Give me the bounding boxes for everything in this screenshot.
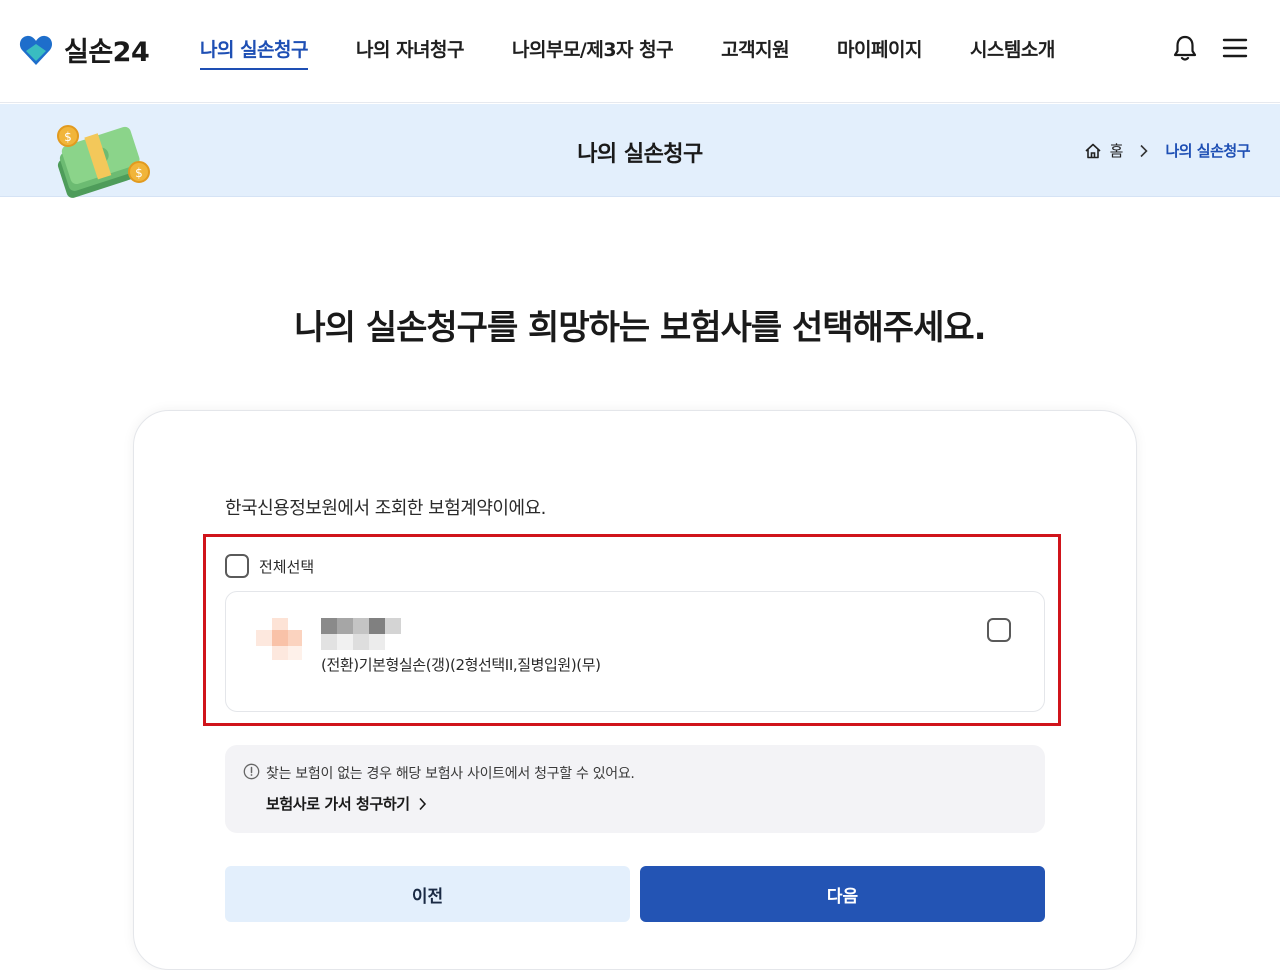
hamburger-menu-icon[interactable]: [1221, 34, 1249, 62]
logo-text: 실손24: [64, 37, 150, 68]
prev-button[interactable]: 이전: [225, 866, 630, 922]
select-all-checkbox[interactable]: 전체선택: [225, 554, 314, 578]
chevron-right-icon: [1140, 144, 1149, 157]
breadcrumb: 홈 나의 실손청구: [1084, 140, 1250, 161]
nav-item-child-claim[interactable]: 나의 자녀청구: [356, 35, 465, 70]
insurer-name-redacted: [321, 618, 401, 650]
home-icon[interactable]: [1084, 142, 1102, 160]
card-subtitle: 한국신용정보원에서 조회한 보험계약이에요.: [225, 498, 546, 519]
nav-item-customer-support[interactable]: 고객지원: [721, 35, 789, 70]
info-icon: [243, 763, 260, 780]
svg-text:$: $: [135, 166, 143, 180]
page-banner: $ $ 나의 실손청구 홈 나의 실손청구: [0, 104, 1280, 198]
next-button[interactable]: 다음: [640, 866, 1045, 922]
chevron-right-icon: [419, 797, 426, 810]
select-all-checkbox-box[interactable]: [225, 554, 249, 578]
go-to-insurer-link-label: 보험사로 가서 청구하기: [266, 795, 410, 813]
bell-icon[interactable]: [1171, 34, 1199, 62]
policy-checkbox[interactable]: [987, 618, 1011, 642]
notice-box: 찾는 보험이 없는 경우 해당 보험사 사이트에서 청구할 수 있어요. 보험사…: [225, 745, 1045, 833]
heart-logo-icon: [19, 35, 53, 65]
nav-item-mypage[interactable]: 마이페이지: [837, 35, 922, 70]
insurer-logo-icon: [256, 618, 306, 668]
main-heading: 나의 실손청구를 희망하는 보험사를 선택해주세요.: [294, 308, 986, 348]
select-all-label: 전체선택: [259, 557, 315, 576]
logo[interactable]: 실손24: [18, 30, 150, 69]
nav-item-system-intro[interactable]: 시스템소개: [970, 35, 1055, 70]
nav-item-my-claim[interactable]: 나의 실손청구: [200, 35, 309, 70]
breadcrumb-current[interactable]: 나의 실손청구: [1165, 140, 1250, 161]
policy-name: (전환)기본형실손(갱)(2형선택II,질병입원)(무): [321, 656, 601, 674]
site-header: 실손24 나의 실손청구 나의 자녀청구 나의부모/제3자 청구 고객지원 마이…: [0, 0, 1280, 103]
go-to-insurer-link[interactable]: 보험사로 가서 청구하기: [266, 793, 427, 814]
policy-item[interactable]: (전환)기본형실손(갱)(2형선택II,질병입원)(무): [225, 591, 1045, 712]
breadcrumb-home[interactable]: 홈: [1110, 140, 1124, 161]
main-nav: 나의 실손청구 나의 자녀청구 나의부모/제3자 청구 고객지원 마이페이지 시…: [200, 35, 1103, 70]
notice-text: 찾는 보험이 없는 경우 해당 보험사 사이트에서 청구할 수 있어요.: [266, 766, 635, 782]
nav-item-parent-third-party-claim[interactable]: 나의부모/제3자 청구: [512, 35, 674, 70]
